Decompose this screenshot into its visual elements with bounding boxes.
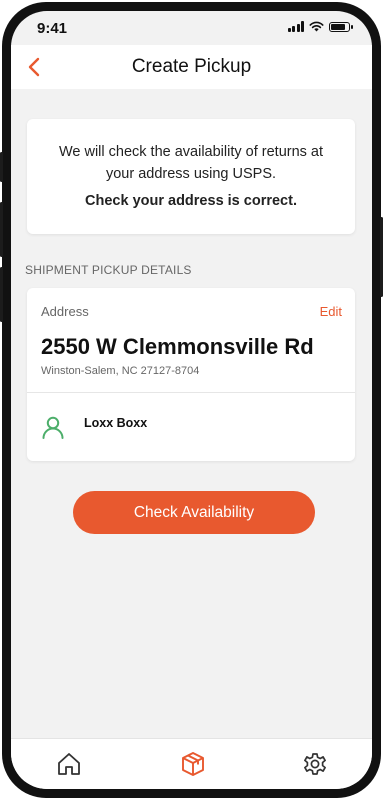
section-label: SHIPMENT PICKUP DETAILS <box>25 263 192 277</box>
tab-bar <box>11 738 372 789</box>
phone-frame: 9:41 Create Pickup We will check the ava <box>0 2 383 798</box>
status-icons <box>287 21 353 32</box>
contact-name: Loxx Boxx <box>84 416 148 430</box>
status-bar: 9:41 <box>11 11 372 45</box>
divider <box>27 392 355 393</box>
header: Create Pickup <box>11 45 372 89</box>
user-icon <box>42 416 64 439</box>
signal-icon <box>287 21 304 32</box>
city-line: Winston-Salem, NC 27127-8704 <box>41 365 200 377</box>
pickup-details-card: Address Edit 2550 W Clemmonsville Rd Win… <box>27 288 355 461</box>
home-icon[interactable] <box>55 750 83 778</box>
street-address: 2550 W Clemmonsville Rd <box>41 334 314 359</box>
address-label: Address <box>41 304 89 319</box>
info-confirm: Check your address is correct. <box>85 193 297 209</box>
box-icon[interactable] <box>179 750 207 778</box>
power-button <box>380 217 383 297</box>
info-card: We will check the availability of return… <box>27 119 355 234</box>
info-message: We will check the availability of return… <box>58 144 324 182</box>
page-title: Create Pickup <box>131 56 252 77</box>
battery-icon <box>329 21 353 32</box>
mute-switch <box>0 152 3 182</box>
wifi-icon <box>309 21 324 32</box>
check-availability-button[interactable]: Check Availability <box>73 491 315 534</box>
status-time: 9:41 <box>37 20 68 37</box>
edit-address-link[interactable]: Edit <box>320 304 342 319</box>
app-screen: 9:41 Create Pickup We will check the ava <box>11 11 372 789</box>
gear-icon[interactable] <box>301 750 329 778</box>
volume-up-button <box>0 202 3 257</box>
volume-down-button <box>0 267 3 322</box>
